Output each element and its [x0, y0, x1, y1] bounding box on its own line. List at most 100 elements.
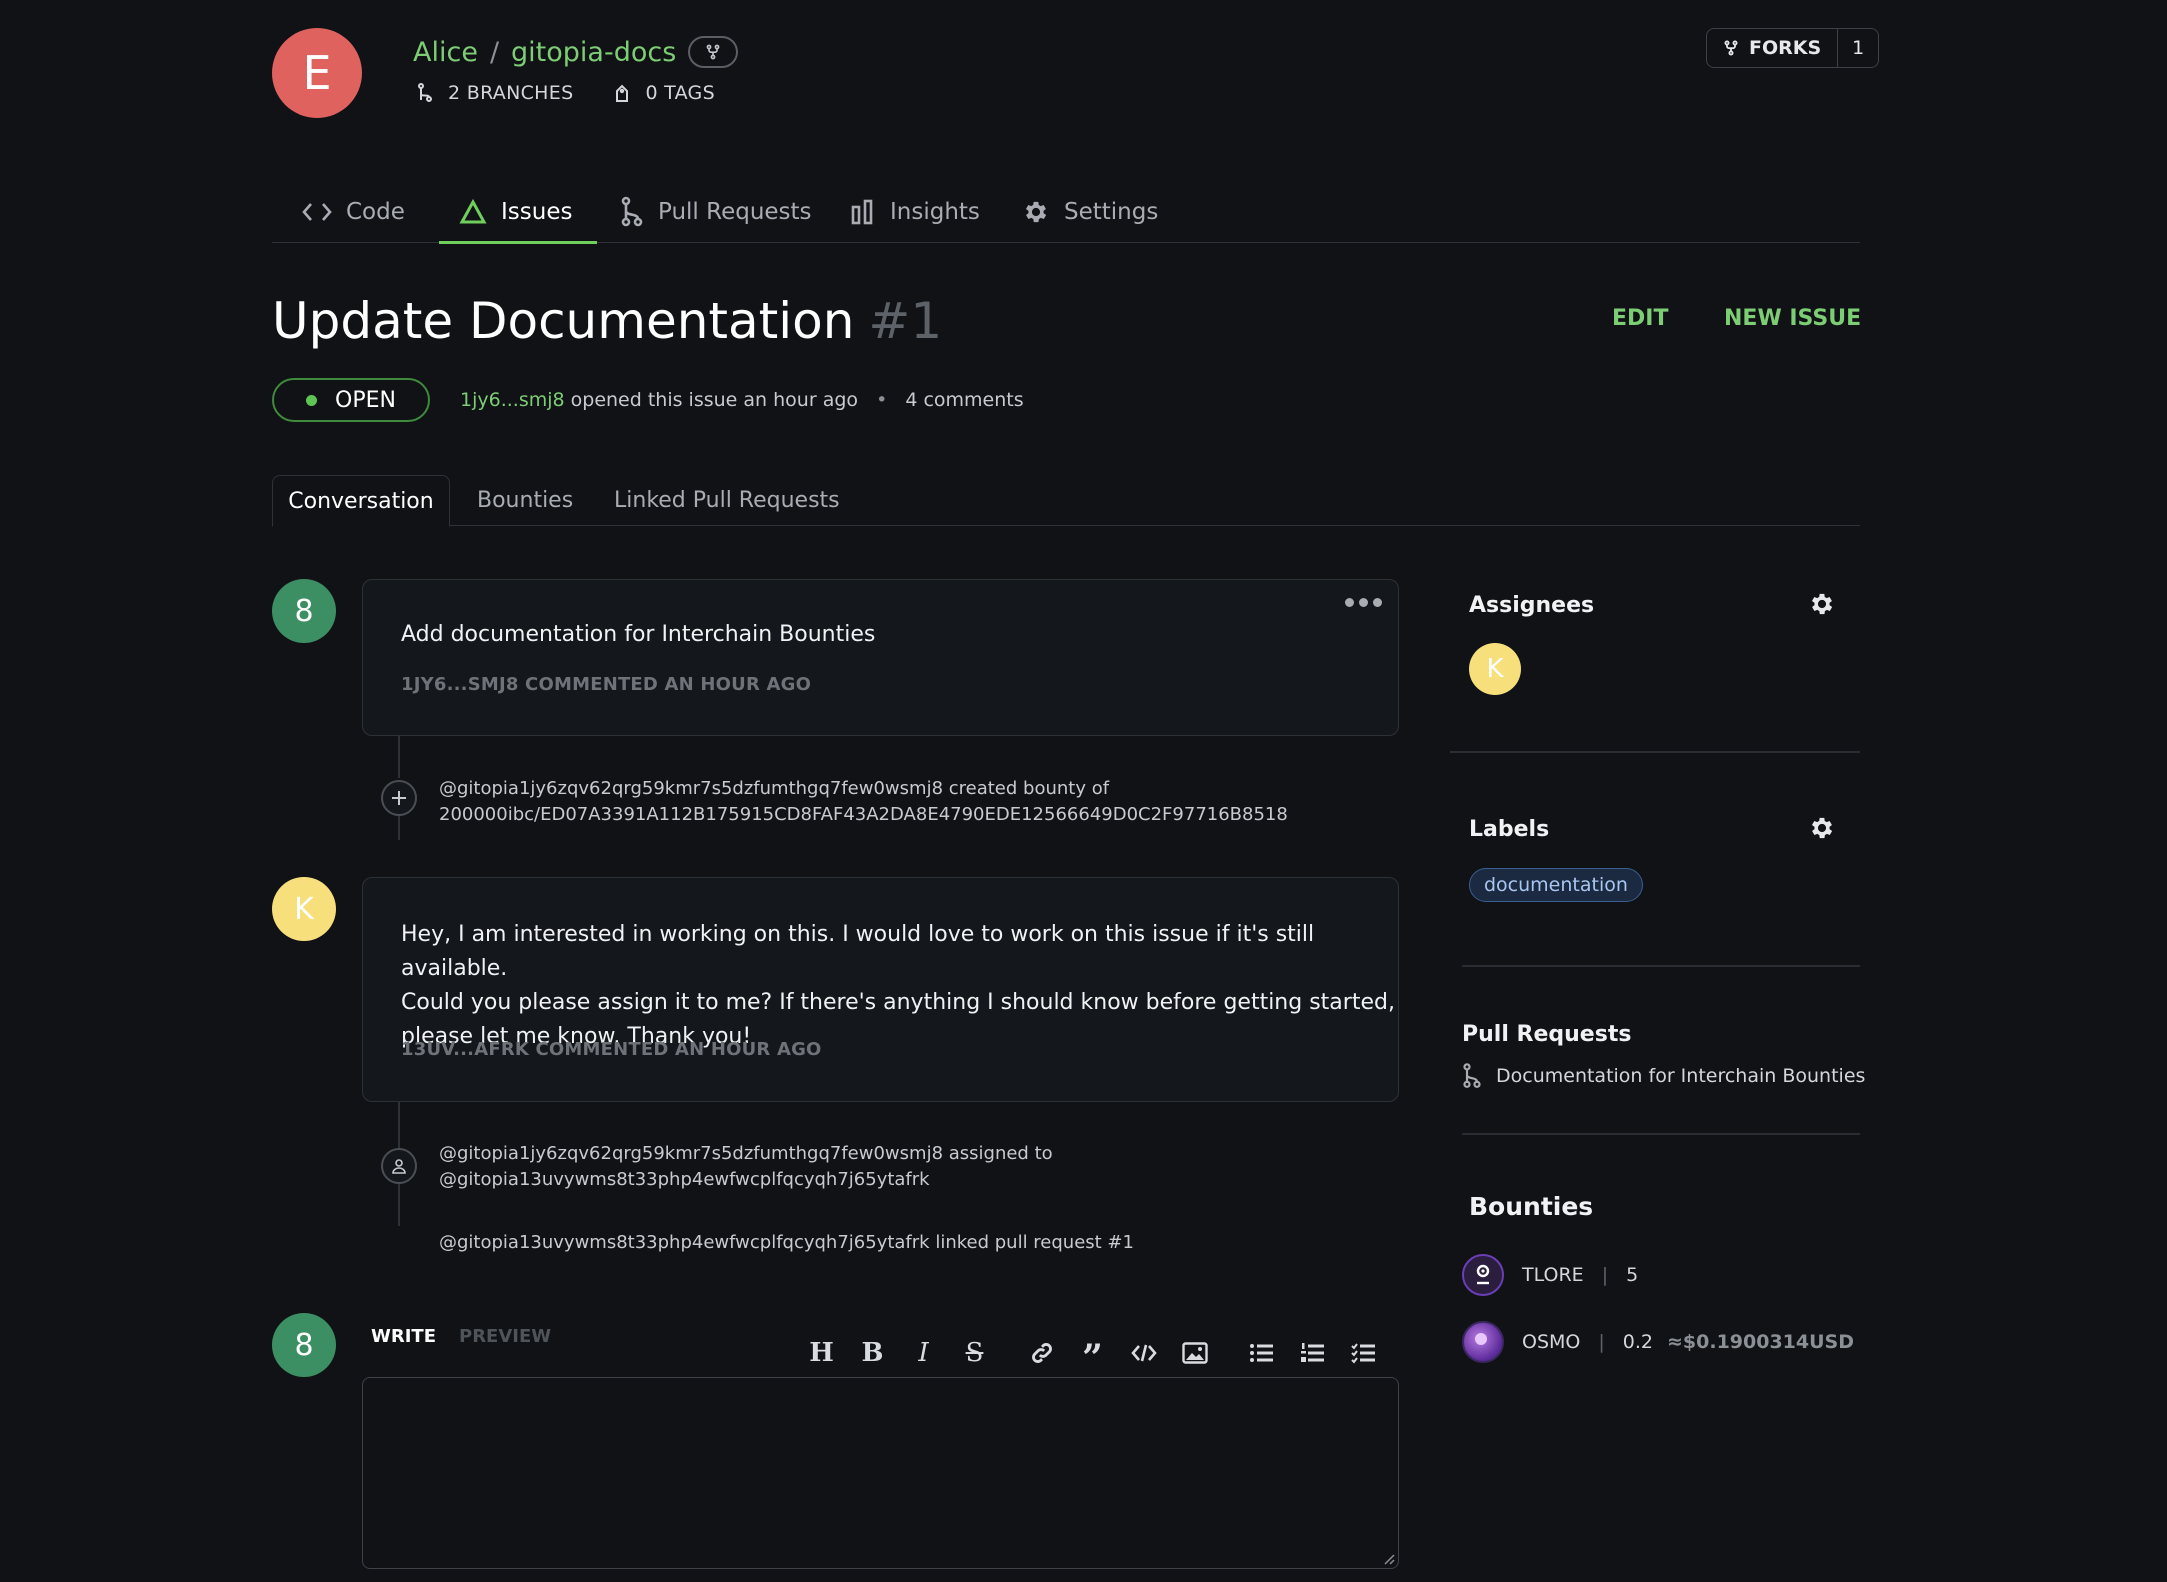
numbered-list-icon[interactable]: [1287, 1335, 1338, 1371]
comment-body: Add documentation for Interchain Bountie…: [401, 622, 876, 647]
sidebar-divider: [1462, 1133, 1860, 1135]
issue-meta: 1jy6...smj8 opened this issue an hour ag…: [460, 389, 1024, 411]
comment-card: Hey, I am interested in working on this.…: [362, 877, 1399, 1102]
tlore-token-icon: [1462, 1254, 1504, 1296]
forks-button[interactable]: FORKS 1: [1706, 28, 1880, 68]
issue-sub-tabs: Conversation Bounties Linked Pull Reques…: [272, 475, 1860, 527]
sidebar-divider: [1450, 751, 1860, 753]
tags-link[interactable]: 0 TAGS: [613, 82, 715, 104]
quote-icon[interactable]: ”: [1067, 1330, 1118, 1379]
labels-title: Labels: [1469, 817, 1550, 842]
pull-request-icon: [1463, 1063, 1481, 1088]
gear-icon: [1025, 201, 1047, 223]
breadcrumb-separator: /: [489, 36, 500, 68]
pull-requests-title: Pull Requests: [1462, 1022, 1632, 1047]
bounty-usd-value: ≈$0.1900314USD: [1667, 1331, 1855, 1353]
comment-textarea[interactable]: [362, 1377, 1399, 1569]
sidebar-divider: [1462, 965, 1860, 967]
avatar[interactable]: 8: [272, 1313, 336, 1377]
fork-icon: [688, 36, 739, 68]
status-badge: OPEN: [272, 378, 430, 422]
bounty-token: OSMO: [1522, 1331, 1581, 1353]
issue-comment-count: 4 comments: [905, 389, 1024, 411]
italic-icon[interactable]: I: [898, 1335, 949, 1371]
issue-title-text: Update Documentation: [272, 292, 855, 350]
avatar[interactable]: K: [272, 877, 336, 941]
assignee-avatar[interactable]: K: [1469, 643, 1521, 695]
issue-opened-text: opened this issue an hour ago: [570, 389, 859, 411]
avatar[interactable]: 8: [272, 579, 336, 643]
meta-bullet: •: [876, 389, 888, 411]
pull-request-icon: [621, 196, 643, 227]
issue-number: #1: [868, 292, 943, 350]
bounties-title: Bounties: [1469, 1192, 1594, 1221]
tab-linked-pull-requests[interactable]: Linked Pull Requests: [614, 475, 840, 525]
more-options-icon[interactable]: [1345, 598, 1382, 607]
bounty-pipe: |: [1598, 1331, 1605, 1353]
comment-body: Hey, I am interested in working on this.…: [401, 922, 1395, 1049]
osmo-token-icon: [1462, 1321, 1504, 1363]
insights-bars-icon: [851, 199, 873, 225]
bounty-amount: 5: [1626, 1264, 1639, 1286]
bounty-row-tlore: TLORE | 5: [1462, 1254, 1638, 1296]
code-icon: [302, 203, 332, 221]
comment-meta: 13UV...AFRK COMMENTED AN HOUR AGO: [401, 1039, 822, 1060]
repo-owner-link[interactable]: Alice: [413, 37, 478, 68]
tab-insights[interactable]: Insights: [850, 182, 980, 242]
branch-icon: [418, 83, 432, 102]
forks-label: FORKS: [1749, 37, 1822, 59]
write-tab[interactable]: WRITE: [371, 1326, 436, 1347]
linked-pr-event: @gitopia13uvywms8t33php4ewfwcplfqcyqh7j6…: [439, 1232, 1134, 1253]
repo-nav-tabs: Code Issues Pull Requests Insights Setti…: [272, 182, 1860, 244]
issue-author-link[interactable]: 1jy6...smj8: [460, 389, 565, 411]
edit-issue-button[interactable]: EDIT: [1612, 306, 1668, 331]
comment-meta: 1JY6...SMJ8 COMMENTED AN HOUR AGO: [401, 674, 812, 695]
tab-pull-requests[interactable]: Pull Requests: [620, 182, 812, 242]
task-list-icon[interactable]: [1338, 1335, 1389, 1371]
resize-handle-icon[interactable]: [1381, 1551, 1395, 1565]
strikethrough-icon[interactable]: S: [949, 1335, 1000, 1371]
fork-icon: [1724, 40, 1738, 56]
timeline-line: [398, 816, 400, 840]
repo-name-link[interactable]: gitopia-docs: [511, 37, 676, 68]
assigned-event: @gitopia1jy6zqv62qrg59kmr7s5dzfumthgq7fe…: [439, 1143, 1053, 1190]
tab-code[interactable]: Code: [302, 182, 405, 242]
bounty-row-osmo: OSMO | 0.2 ≈$0.1900314USD: [1462, 1321, 1854, 1363]
bounty-amount: 0.2: [1622, 1331, 1653, 1353]
tab-settings[interactable]: Settings: [1022, 182, 1158, 242]
label-documentation[interactable]: documentation: [1469, 868, 1643, 902]
bounty-created-event: @gitopia1jy6zqv62qrg59kmr7s5dzfumthgq7fe…: [439, 778, 1288, 825]
repo-breadcrumb: Alice / gitopia-docs: [413, 36, 739, 68]
new-issue-button[interactable]: NEW ISSUE: [1724, 306, 1861, 331]
markdown-toolbar: H B I S ”: [796, 1330, 1389, 1379]
link-icon[interactable]: [1016, 1335, 1067, 1371]
bold-icon[interactable]: B: [847, 1335, 898, 1371]
timeline-line: [398, 1102, 400, 1148]
repo-meta: 2 BRANCHES 0 TAGS: [416, 82, 715, 104]
timeline-line: [398, 736, 400, 778]
labels-gear-icon[interactable]: [1808, 814, 1836, 842]
bounty-token: TLORE: [1522, 1264, 1584, 1286]
branches-link[interactable]: 2 BRANCHES: [416, 82, 573, 104]
sidebar-pull-request-link[interactable]: Documentation for Interchain Bounties: [1462, 1062, 1865, 1090]
bullet-list-icon[interactable]: [1236, 1335, 1287, 1371]
repo-avatar: E: [272, 28, 362, 118]
issues-triangle-icon: [459, 199, 487, 224]
plus-icon: [381, 780, 417, 816]
assignees-title: Assignees: [1469, 593, 1595, 618]
tag-icon: [616, 84, 629, 102]
issue-title: Update Documentation #1: [272, 292, 942, 350]
comment-card: Add documentation for Interchain Bountie…: [362, 579, 1399, 736]
image-icon[interactable]: [1169, 1335, 1220, 1371]
code-icon[interactable]: [1118, 1335, 1169, 1371]
tab-conversation[interactable]: Conversation: [272, 475, 450, 527]
assign-user-icon: [381, 1148, 417, 1184]
tab-bounties[interactable]: Bounties: [477, 475, 573, 525]
assignees-gear-icon[interactable]: [1808, 590, 1836, 618]
heading-icon[interactable]: H: [796, 1335, 847, 1371]
tab-issues[interactable]: Issues: [438, 182, 599, 244]
preview-tab[interactable]: PREVIEW: [459, 1326, 551, 1347]
bounty-pipe: |: [1601, 1264, 1609, 1286]
forks-count: 1: [1852, 37, 1865, 59]
status-dot: [306, 394, 318, 406]
